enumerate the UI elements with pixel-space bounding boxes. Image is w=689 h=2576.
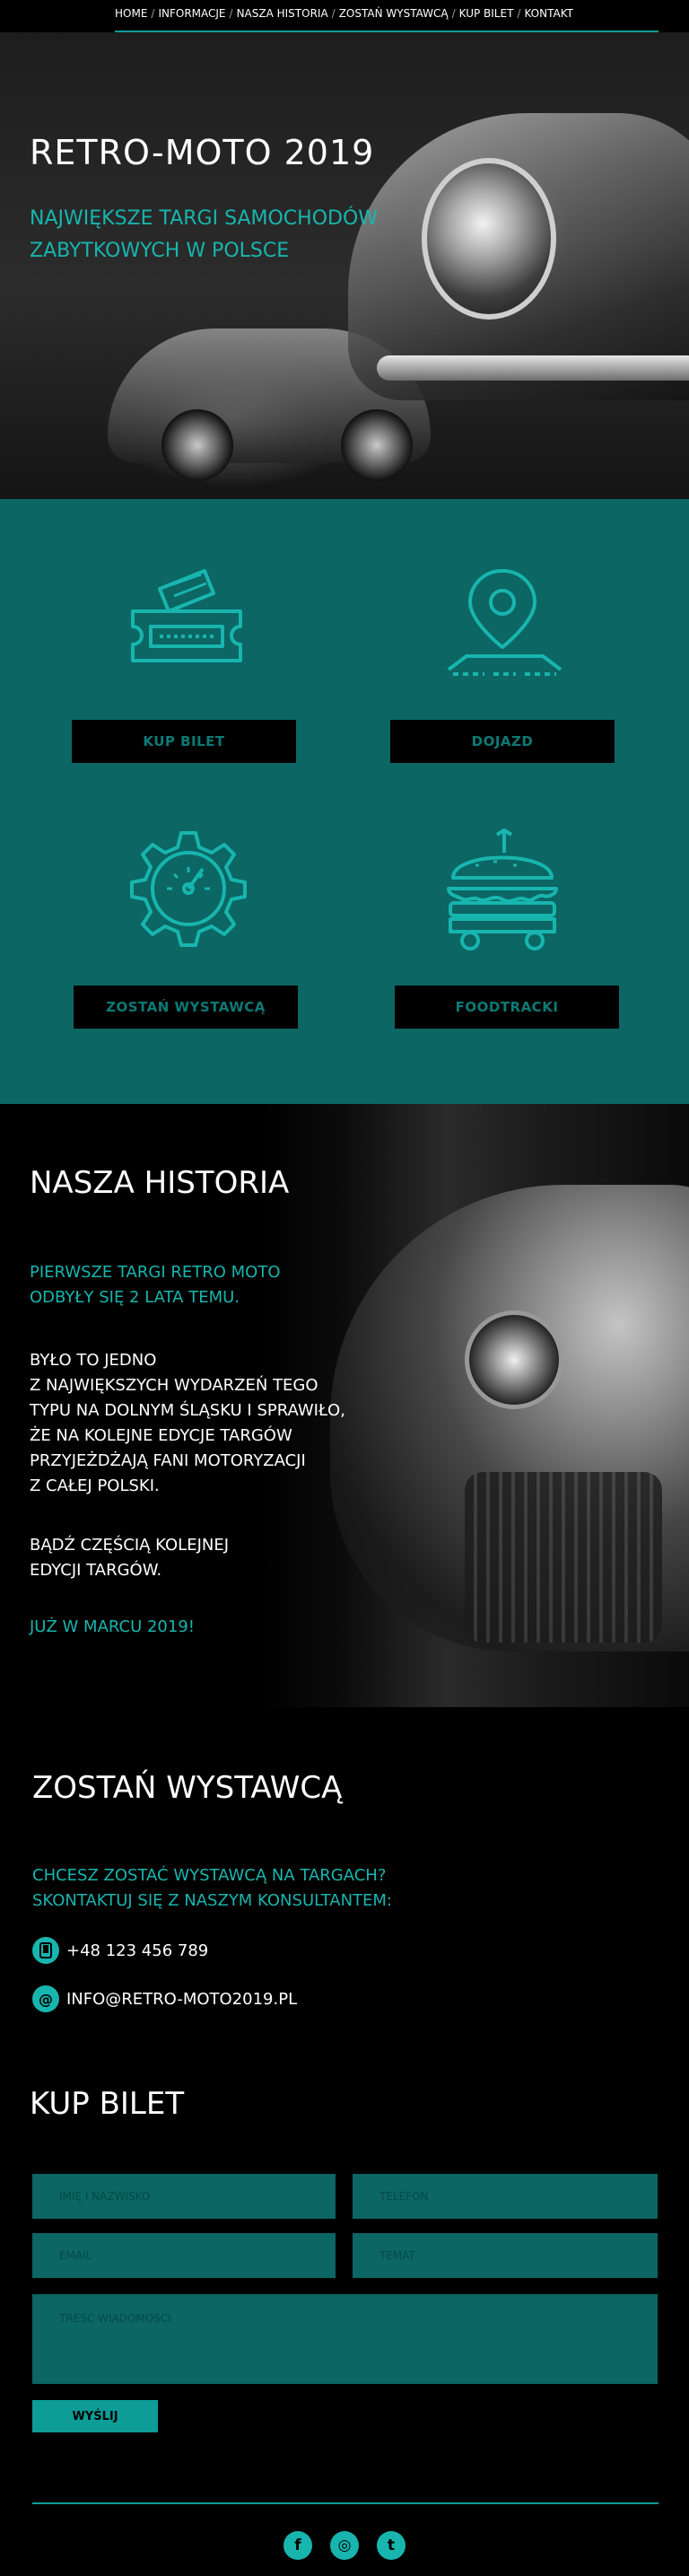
- history-text-line: Z NAJWIĘKSZYCH WYDARZEŃ TEGO: [30, 1376, 318, 1395]
- phone-contact[interactable]: +48 123 456 789: [32, 1937, 208, 1964]
- nav-separator: /: [517, 7, 521, 20]
- subject-input[interactable]: [353, 2233, 658, 2278]
- nav-separator: /: [451, 7, 456, 20]
- exhibitor-intro-line: CHCESZ ZOSTAĆ WYSTAWCĄ NA TARGACH?: [32, 1866, 387, 1885]
- nav-kup-bilet[interactable]: KUP BILET: [459, 7, 514, 20]
- history-intro-line: ODBYŁY SIĘ 2 LATA TEMU.: [30, 1288, 240, 1307]
- phone-number[interactable]: +48 123 456 789: [66, 1941, 208, 1960]
- nav-separator: /: [331, 7, 336, 20]
- ticket-form-title: KUP BILET: [30, 2086, 185, 2122]
- history-text-line: Z CAŁEJ POLSKI.: [30, 1476, 160, 1495]
- hero-subtitle-line: NAJWIĘKSZE TARGI SAMOCHODÓW: [30, 207, 379, 230]
- nav-kontakt[interactable]: KONTAKT: [524, 7, 573, 20]
- exhibitor-intro-line: SKONTAKTUJ SIĘ Z NASZYM KONSULTANTEM:: [32, 1891, 393, 1910]
- nav-informacje[interactable]: INFORMACJE: [158, 7, 225, 20]
- nav-separator: /: [151, 7, 155, 20]
- nav-links: HOME / INFORMACJE / NASZA HISTORIA / ZOSTAŃ WY…: [115, 7, 658, 20]
- footer-divider: [32, 2502, 658, 2504]
- facebook-icon[interactable]: f: [283, 2531, 312, 2560]
- nav-underline: [115, 31, 658, 32]
- exhibitor-intro: CHCESZ ZOSTAĆ WYSTAWCĄ NA TARGACH? SKONT…: [32, 1863, 481, 1914]
- ticket-icon: [115, 562, 258, 670]
- hero-subtitle-line: ZABYTKOWYCH W POLSCE: [30, 240, 290, 262]
- message-textarea[interactable]: [32, 2294, 658, 2384]
- map-pin-icon: [431, 566, 574, 679]
- exhibitor-title: ZOSTAŃ WYSTAWCĄ: [32, 1770, 343, 1806]
- history-intro: PIERWSZE TARGI RETRO MOTO ODBYŁY SIĘ 2 L…: [30, 1260, 335, 1310]
- nav-zostan-wystawca[interactable]: ZOSTAŃ WYSTAWCĄ: [339, 7, 449, 20]
- gear-gauge-icon: [126, 826, 251, 951]
- history-car-grille: [465, 1472, 662, 1643]
- foodtrucks-button[interactable]: FOODTRACKI: [395, 986, 619, 1029]
- buy-ticket-button[interactable]: KUP BILET: [72, 720, 296, 763]
- nav-nasza-historia[interactable]: NASZA HISTORIA: [237, 7, 328, 20]
- top-navigation: HOME / INFORMACJE / NASZA HISTORIA / ZOSTAŃ WY…: [0, 0, 689, 32]
- services-section: KUP BILET DOJAZD ZOSTAŃ WYSTAWCĄ FOODTRA…: [0, 499, 689, 1104]
- hero-section: RETRO-MOTO 2019 NAJWIĘKSZE TARGI SAMOCHO…: [0, 32, 689, 499]
- history-text-line: BĄDŹ CZĘŚCIĄ KOLEJNEJ: [30, 1536, 230, 1555]
- history-text-line: EDYCJI TARGÓW.: [30, 1561, 162, 1580]
- history-intro-line: PIERWSZE TARGI RETRO MOTO: [30, 1263, 281, 1282]
- nav-home[interactable]: HOME: [115, 7, 147, 20]
- footer: f ◎ t: [0, 2497, 689, 2576]
- social-links: f ◎ t: [283, 2531, 406, 2560]
- hero-title: RETRO-MOTO 2019: [30, 133, 375, 172]
- history-section: NASZA HISTORIA PIERWSZE TARGI RETRO MOTO…: [0, 1104, 689, 1707]
- become-exhibitor-button[interactable]: ZOSTAŃ WYSTAWCĄ: [74, 986, 298, 1029]
- exhibitor-section: ZOSTAŃ WYSTAWCĄ CHCESZ ZOSTAĆ WYSTAWCĄ N…: [0, 1707, 689, 2066]
- hero-car-wheel: [341, 409, 413, 481]
- phone-icon: [32, 1937, 59, 1964]
- history-text-line: PRZYJEŻDŻAJĄ FANI MOTORYZACJI: [30, 1451, 306, 1470]
- hero-car-wheel: [161, 409, 233, 481]
- name-input[interactable]: [32, 2174, 336, 2219]
- hero-car-bumper: [377, 355, 689, 381]
- instagram-icon[interactable]: ◎: [330, 2531, 359, 2560]
- email-contact[interactable]: @ INFO@RETRO-MOTO2019.PL: [32, 1985, 297, 2012]
- history-paragraph: BĄDŹ CZĘŚCIĄ KOLEJNEJ EDYCJI TARGÓW.: [30, 1533, 335, 1583]
- food-truck-icon: [440, 826, 565, 956]
- twitter-icon[interactable]: t: [377, 2531, 406, 2560]
- directions-button[interactable]: DOJAZD: [390, 720, 615, 763]
- ticket-form-section: KUP BILET WYŚLIJ: [0, 2066, 689, 2497]
- history-car-headlight: [465, 1310, 563, 1409]
- at-sign-icon: @: [32, 1985, 59, 2012]
- email-input[interactable]: [32, 2233, 336, 2278]
- send-button[interactable]: WYŚLIJ: [32, 2400, 158, 2432]
- history-text-line: BYŁO TO JEDNO: [30, 1351, 157, 1370]
- phone-input[interactable]: [353, 2174, 658, 2219]
- hero-subtitle: NAJWIĘKSZE TARGI SAMOCHODÓW ZABYTKOWYCH …: [30, 203, 451, 267]
- history-title: NASZA HISTORIA: [30, 1165, 290, 1201]
- history-text-line: ŻE NA KOLEJNE EDYCJE TARGÓW: [30, 1426, 292, 1445]
- history-text-line: TYPU NA DOLNYM ŚLĄSKU I SPRAWIŁO,: [30, 1401, 345, 1420]
- email-address[interactable]: INFO@RETRO-MOTO2019.PL: [66, 1990, 297, 2009]
- history-paragraph: BYŁO TO JEDNO Z NAJWIĘKSZYCH WYDARZEŃ TE…: [30, 1348, 388, 1499]
- nav-separator: /: [229, 7, 233, 20]
- history-closing: JUŻ W MARCU 2019!: [30, 1617, 195, 1636]
